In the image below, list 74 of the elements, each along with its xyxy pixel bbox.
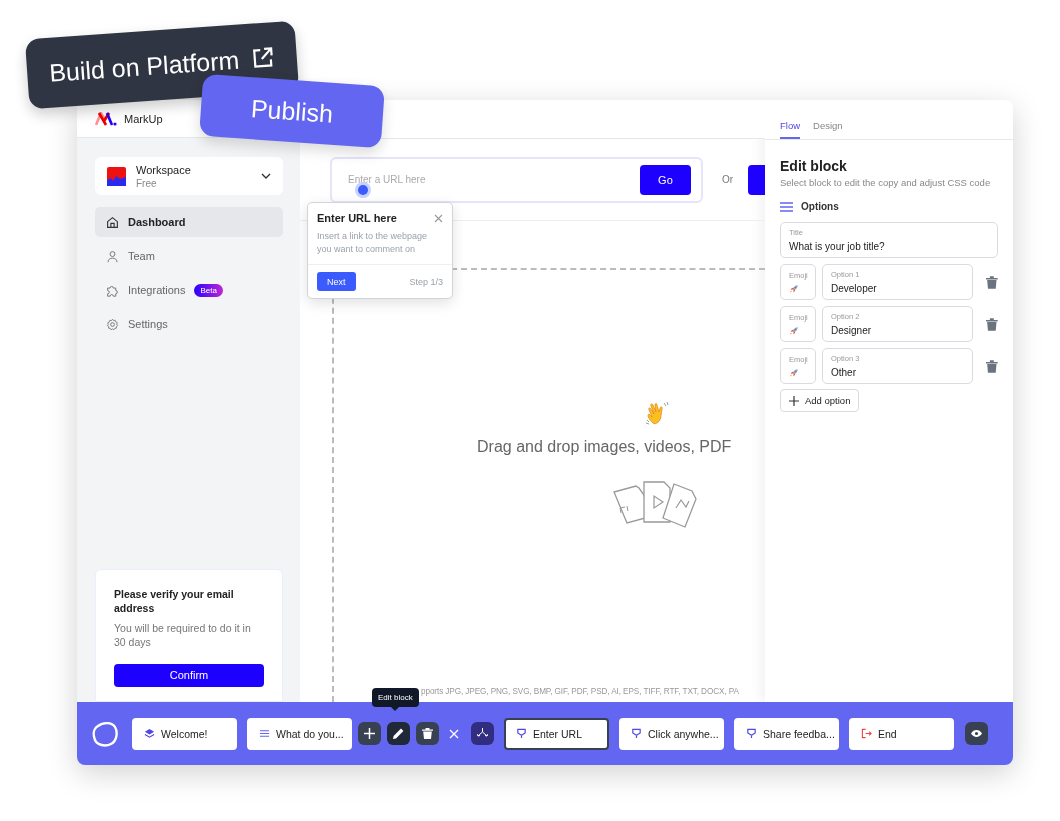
nav-item[interactable]: Settings (95, 309, 283, 339)
hotspot-dot[interactable] (358, 185, 368, 195)
pin-icon (516, 728, 527, 739)
panel-subtitle: Select block to edit the copy and adjust CSS code (780, 177, 992, 188)
go-button[interactable]: Go (639, 164, 691, 195)
nav-label: Settings (128, 318, 168, 330)
panel-tab[interactable]: Design (813, 119, 843, 139)
workspace-selector[interactable]: Workspace Free (95, 157, 283, 195)
flow-block[interactable]: End (849, 717, 954, 750)
nav-item[interactable]: Team (95, 241, 283, 271)
nav-label: Team (128, 250, 155, 262)
rocket-icon (789, 367, 799, 378)
delete-icon[interactable] (986, 275, 998, 289)
nav-item[interactable]: Dashboard (95, 207, 283, 237)
logo-icon (95, 111, 117, 126)
pin-icon (746, 728, 757, 739)
delete-icon[interactable] (986, 317, 998, 331)
url-field[interactable]: Enter a URL here Go (330, 156, 703, 203)
workspace-name: Workspace (136, 163, 192, 176)
user-icon (106, 249, 119, 263)
workspace-avatar (107, 166, 126, 186)
flow-block[interactable]: Share feedba... (734, 717, 839, 750)
drop-instructions: Drag and drop images, videos, PDF (477, 438, 733, 456)
branch-icon (477, 728, 488, 739)
notice-text: You will be required to do it in 30 days (114, 621, 252, 650)
add-option-button[interactable]: Add option (780, 389, 860, 412)
flow-block[interactable]: Enter URL (504, 717, 609, 750)
workspace-plan: Free (136, 177, 158, 189)
beta-badge: Beta (194, 283, 223, 297)
step-counter: Step 1/3 (409, 276, 443, 287)
plus-icon (364, 728, 375, 739)
delete-button[interactable] (416, 722, 439, 745)
add-button[interactable] (358, 722, 381, 745)
menu-icon (780, 201, 793, 212)
rocket-icon (789, 283, 799, 294)
list-icon (259, 728, 270, 739)
chevron-down-icon (261, 173, 271, 179)
puzzle-icon (106, 283, 119, 297)
popover-text: Insert a link to the webpage you want to comment on (316, 230, 429, 257)
plus-icon (789, 395, 799, 406)
confirm-button[interactable]: Confirm (114, 663, 264, 687)
upload-button[interactable] (748, 164, 765, 195)
nav-label: Dashboard (128, 216, 186, 228)
trash-icon (422, 728, 433, 739)
panel-title: Edit block (780, 158, 848, 174)
or-label: Or (721, 174, 734, 185)
nav-item[interactable]: Integrations Beta (95, 275, 283, 305)
pencil-icon (393, 728, 404, 739)
exit-icon (861, 728, 872, 739)
external-link-icon (250, 45, 276, 71)
rocket-icon (789, 325, 799, 336)
popover-title: Enter URL here (317, 212, 397, 224)
edit-button[interactable] (387, 722, 410, 745)
nav-label: Integrations (128, 284, 186, 296)
supported-formats: pports JPG, JPEG, PNG, SVG, BMP, GIF, PDF, PSD, AI, EPS, TIFF, RTF, TXT, DOCX, PA (421, 687, 740, 696)
eye-icon (971, 728, 982, 739)
notice-title: Please verify your email address (114, 588, 235, 616)
next-button[interactable]: Next (317, 272, 356, 292)
home-icon (106, 215, 119, 229)
delete-icon[interactable] (986, 359, 998, 373)
flow-block[interactable]: What do you... (247, 717, 352, 750)
close-icon[interactable] (434, 213, 443, 223)
preview-button[interactable] (965, 722, 988, 745)
settings-icon (106, 317, 119, 331)
flow-block[interactable]: Welcome! (132, 717, 237, 750)
layers-icon (144, 728, 155, 739)
branch-button[interactable] (471, 722, 494, 745)
waving-hand-icon (644, 400, 672, 428)
panel-tab[interactable]: Flow (780, 119, 801, 139)
section-title: Options (801, 201, 839, 212)
app-name: MarkUp (124, 112, 163, 125)
flow-block[interactable]: Click anywhe... (619, 717, 724, 750)
blob-logo-icon (92, 720, 118, 747)
pin-icon (631, 728, 642, 739)
